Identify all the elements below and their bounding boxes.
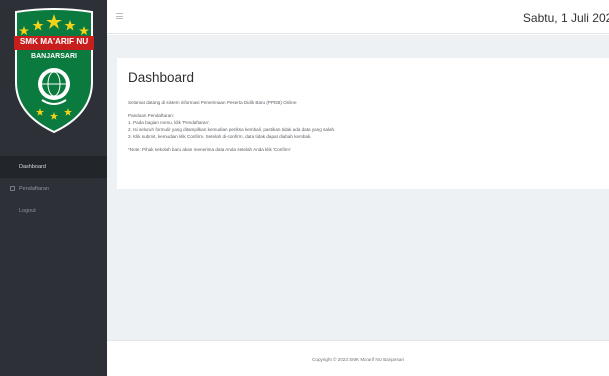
page-title: Dashboard xyxy=(128,70,195,85)
sidebar-item-dashboard[interactable]: Dashboard xyxy=(0,156,107,178)
menu-toggle-icon[interactable] xyxy=(116,13,123,19)
copyright-text: Copyright © 2023 SMK Ma'arif NU Banjarsa… xyxy=(312,357,404,362)
dashboard-panel: Dashboard Selamat datang di sistem infor… xyxy=(117,58,609,189)
logo-school-name: SMK MA'ARIF NU xyxy=(19,37,89,46)
document-icon xyxy=(10,186,15,191)
guide-step: 3. Klik submit, kemudian klik Confirm. S… xyxy=(128,134,312,139)
sidebar: SMK MA'ARIF NU BANJARSARI Dashboard Pend… xyxy=(0,0,107,376)
sidebar-item-logout[interactable]: Logout xyxy=(0,200,107,222)
note-text: *Note: Pihak sekolah baru akan menerima … xyxy=(128,147,291,152)
school-logo: SMK MA'ARIF NU BANJARSARI xyxy=(14,8,94,134)
topbar: Sabtu, 1 Juli 2023 xyxy=(107,0,609,34)
guide-step: 1. Pada bagian menu, klik 'Pendaftaran'. xyxy=(128,120,211,125)
sidebar-nav: Dashboard Pendaftaran Logout xyxy=(0,156,107,222)
guide-step: 2. Isi seluruh formulir yang ditampilkan… xyxy=(128,127,336,132)
logo-location: BANJARSARI xyxy=(31,53,77,60)
sidebar-item-label: Logout xyxy=(19,208,36,214)
sidebar-item-label: Dashboard xyxy=(19,164,46,170)
welcome-text: Selamat datang di sistem informasi Pener… xyxy=(128,100,297,105)
sidebar-item-pendaftaran[interactable]: Pendaftaran xyxy=(0,178,107,200)
current-date: Sabtu, 1 Juli 2023 xyxy=(522,11,609,25)
guide-title: Panduan Pendaftaran: xyxy=(128,113,174,118)
sidebar-item-label: Pendaftaran xyxy=(19,186,49,192)
footer: Copyright © 2023 SMK Ma'arif NU Banjarsa… xyxy=(107,340,609,376)
